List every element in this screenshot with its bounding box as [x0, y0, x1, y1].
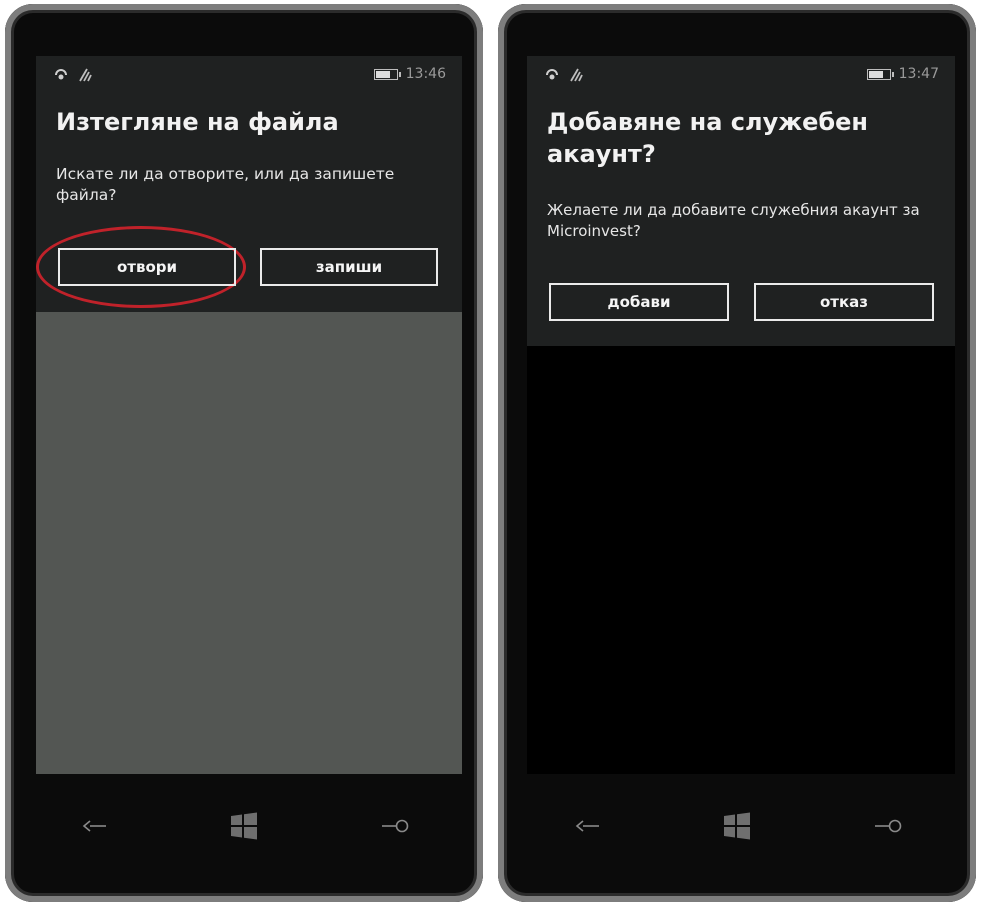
nfc-icon: [545, 67, 561, 86]
search-icon[interactable]: [375, 810, 415, 842]
hardware-nav-bar: [498, 802, 976, 850]
status-time: 13:46: [405, 66, 446, 82]
add-account-dialog: 13:47 Добавяне на служебен акаунт? Желае…: [527, 56, 955, 346]
open-button[interactable]: отвори: [58, 248, 236, 286]
phone-left: 13:46 Изтегляне на файла Искате ли да от…: [5, 4, 483, 902]
screen-left: 13:46 Изтегляне на файла Искате ли да от…: [36, 56, 462, 774]
back-arrow-icon[interactable]: [75, 810, 115, 842]
wifi-icon: [569, 67, 587, 86]
status-time: 13:47: [898, 66, 939, 82]
screen-right: 13:47 Добавяне на служебен акаунт? Желае…: [527, 56, 955, 774]
phone-right: 13:47 Добавяне на служебен акаунт? Желае…: [498, 4, 976, 902]
nfc-icon: [54, 67, 70, 86]
wifi-icon: [78, 67, 96, 86]
status-bar: 13:46: [36, 56, 462, 92]
back-arrow-icon[interactable]: [568, 810, 608, 842]
download-dialog: 13:46 Изтегляне на файла Искате ли да от…: [36, 56, 462, 312]
background-area: [36, 312, 462, 774]
cancel-button[interactable]: отказ: [754, 283, 934, 321]
windows-logo-icon[interactable]: [224, 810, 264, 842]
battery-icon: [866, 68, 894, 80]
windows-logo-icon[interactable]: [717, 810, 757, 842]
dialog-message: Искате ли да отворите, или да запишете ф…: [56, 165, 395, 204]
status-bar: 13:47: [527, 56, 955, 92]
dialog-title: Добавяне на служебен акаунт?: [547, 108, 868, 168]
add-button[interactable]: добави: [549, 283, 729, 321]
background-area: [527, 346, 955, 774]
dialog-message: Желаете ли да добавите служебния акаунт …: [547, 201, 920, 240]
dialog-title: Изтегляне на файла: [56, 108, 339, 136]
search-icon[interactable]: [868, 810, 908, 842]
save-button[interactable]: запиши: [260, 248, 438, 286]
battery-icon: [373, 68, 401, 80]
hardware-nav-bar: [5, 802, 483, 850]
